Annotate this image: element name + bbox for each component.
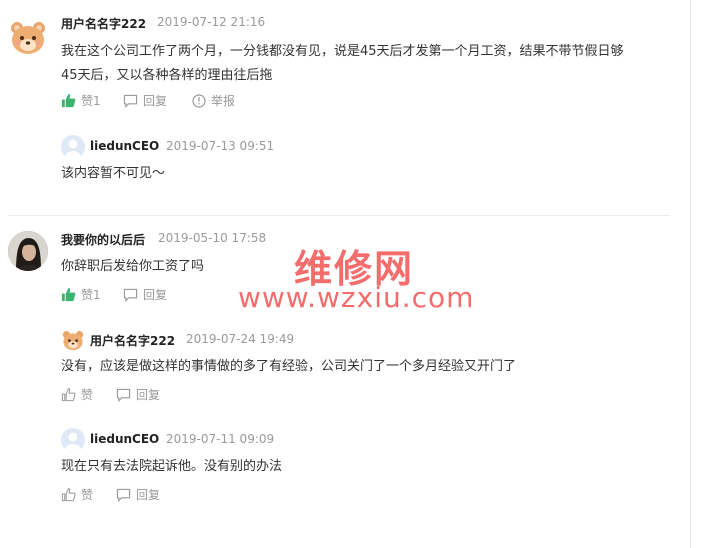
comment-bubble-icon — [123, 288, 138, 302]
reply-label: 回复 — [136, 388, 161, 402]
comment-text-line: 我在这个公司工作了两个月，一分钱都没有见，说是45天后才发第一个月工资，结果不带… — [61, 44, 624, 59]
comment-text: 你辞职后发给你工资了吗 — [61, 259, 205, 274]
right-border — [690, 0, 691, 548]
report-button[interactable]: 举报 — [192, 92, 235, 109]
like-label: 赞 — [81, 388, 94, 402]
reply-time: 2019-07-24 19:49 — [186, 332, 295, 346]
like-button[interactable]: 赞1 — [61, 286, 101, 303]
comment-bubble-icon — [116, 488, 131, 502]
reply-author[interactable]: 用户名名字222 — [90, 332, 175, 349]
default-avatar-icon[interactable] — [61, 428, 85, 452]
reply-button[interactable]: 回复 — [123, 286, 167, 303]
reply-label: 回复 — [143, 288, 168, 302]
bear-avatar-icon[interactable] — [61, 328, 85, 352]
reply-author[interactable]: liedunCEO — [90, 139, 159, 153]
comment-bubble-icon — [116, 388, 131, 402]
reply-time: 2019-07-13 09:51 — [166, 139, 275, 153]
comment-time: 2019-05-10 17:58 — [158, 231, 267, 245]
reply-text: 现在只有去法院起诉他。没有别的办法 — [61, 459, 283, 474]
reply-button[interactable]: 回复 — [123, 92, 167, 109]
comment-author[interactable]: 用户名名字222 — [61, 15, 146, 32]
like-label: 赞 — [81, 488, 94, 502]
bear-avatar-icon[interactable] — [8, 17, 48, 57]
comment-author[interactable]: 我要你的以后后 — [61, 231, 145, 248]
comment-text-line: 45天后，又以各种各样的理由往后拖 — [61, 68, 273, 83]
like-button[interactable]: 赞 — [61, 486, 93, 503]
reply-text: 没有，应该是做这样的事情做的多了有经验，公司关门了一个多月经验又开门了 — [61, 359, 517, 374]
comment-text: 我在这个公司工作了两个月，一分钱都没有见，说是45天后才发第一个月工资，结果不带… — [61, 40, 686, 88]
comment-bubble-icon — [123, 94, 138, 108]
warning-circle-icon — [192, 93, 206, 108]
thumbs-up-outline-icon — [61, 388, 76, 402]
reply-time: 2019-07-11 09:09 — [166, 432, 275, 446]
default-avatar-icon[interactable] — [61, 135, 85, 159]
like-count: 赞1 — [81, 288, 101, 302]
like-button[interactable]: 赞1 — [61, 92, 101, 109]
comment-time: 2019-07-12 21:16 — [157, 15, 266, 29]
like-count: 赞1 — [81, 94, 101, 108]
report-label: 举报 — [211, 94, 236, 108]
reply-text: 该内容暂不可见～ — [61, 166, 166, 181]
thumbs-up-outline-icon — [61, 488, 76, 502]
like-button[interactable]: 赞 — [61, 386, 93, 403]
reply-label: 回复 — [136, 488, 161, 502]
user-photo-avatar[interactable] — [8, 231, 48, 271]
reply-button[interactable]: 回复 — [116, 486, 160, 503]
reply-author[interactable]: liedunCEO — [90, 432, 159, 446]
watermark-url: www.wzxiu.com — [238, 281, 475, 314]
reply-label: 回复 — [143, 94, 168, 108]
reply-button[interactable]: 回复 — [116, 386, 160, 403]
thumbs-up-filled-icon — [61, 93, 76, 108]
comment-divider — [8, 215, 670, 216]
thumbs-up-filled-icon — [61, 287, 76, 302]
